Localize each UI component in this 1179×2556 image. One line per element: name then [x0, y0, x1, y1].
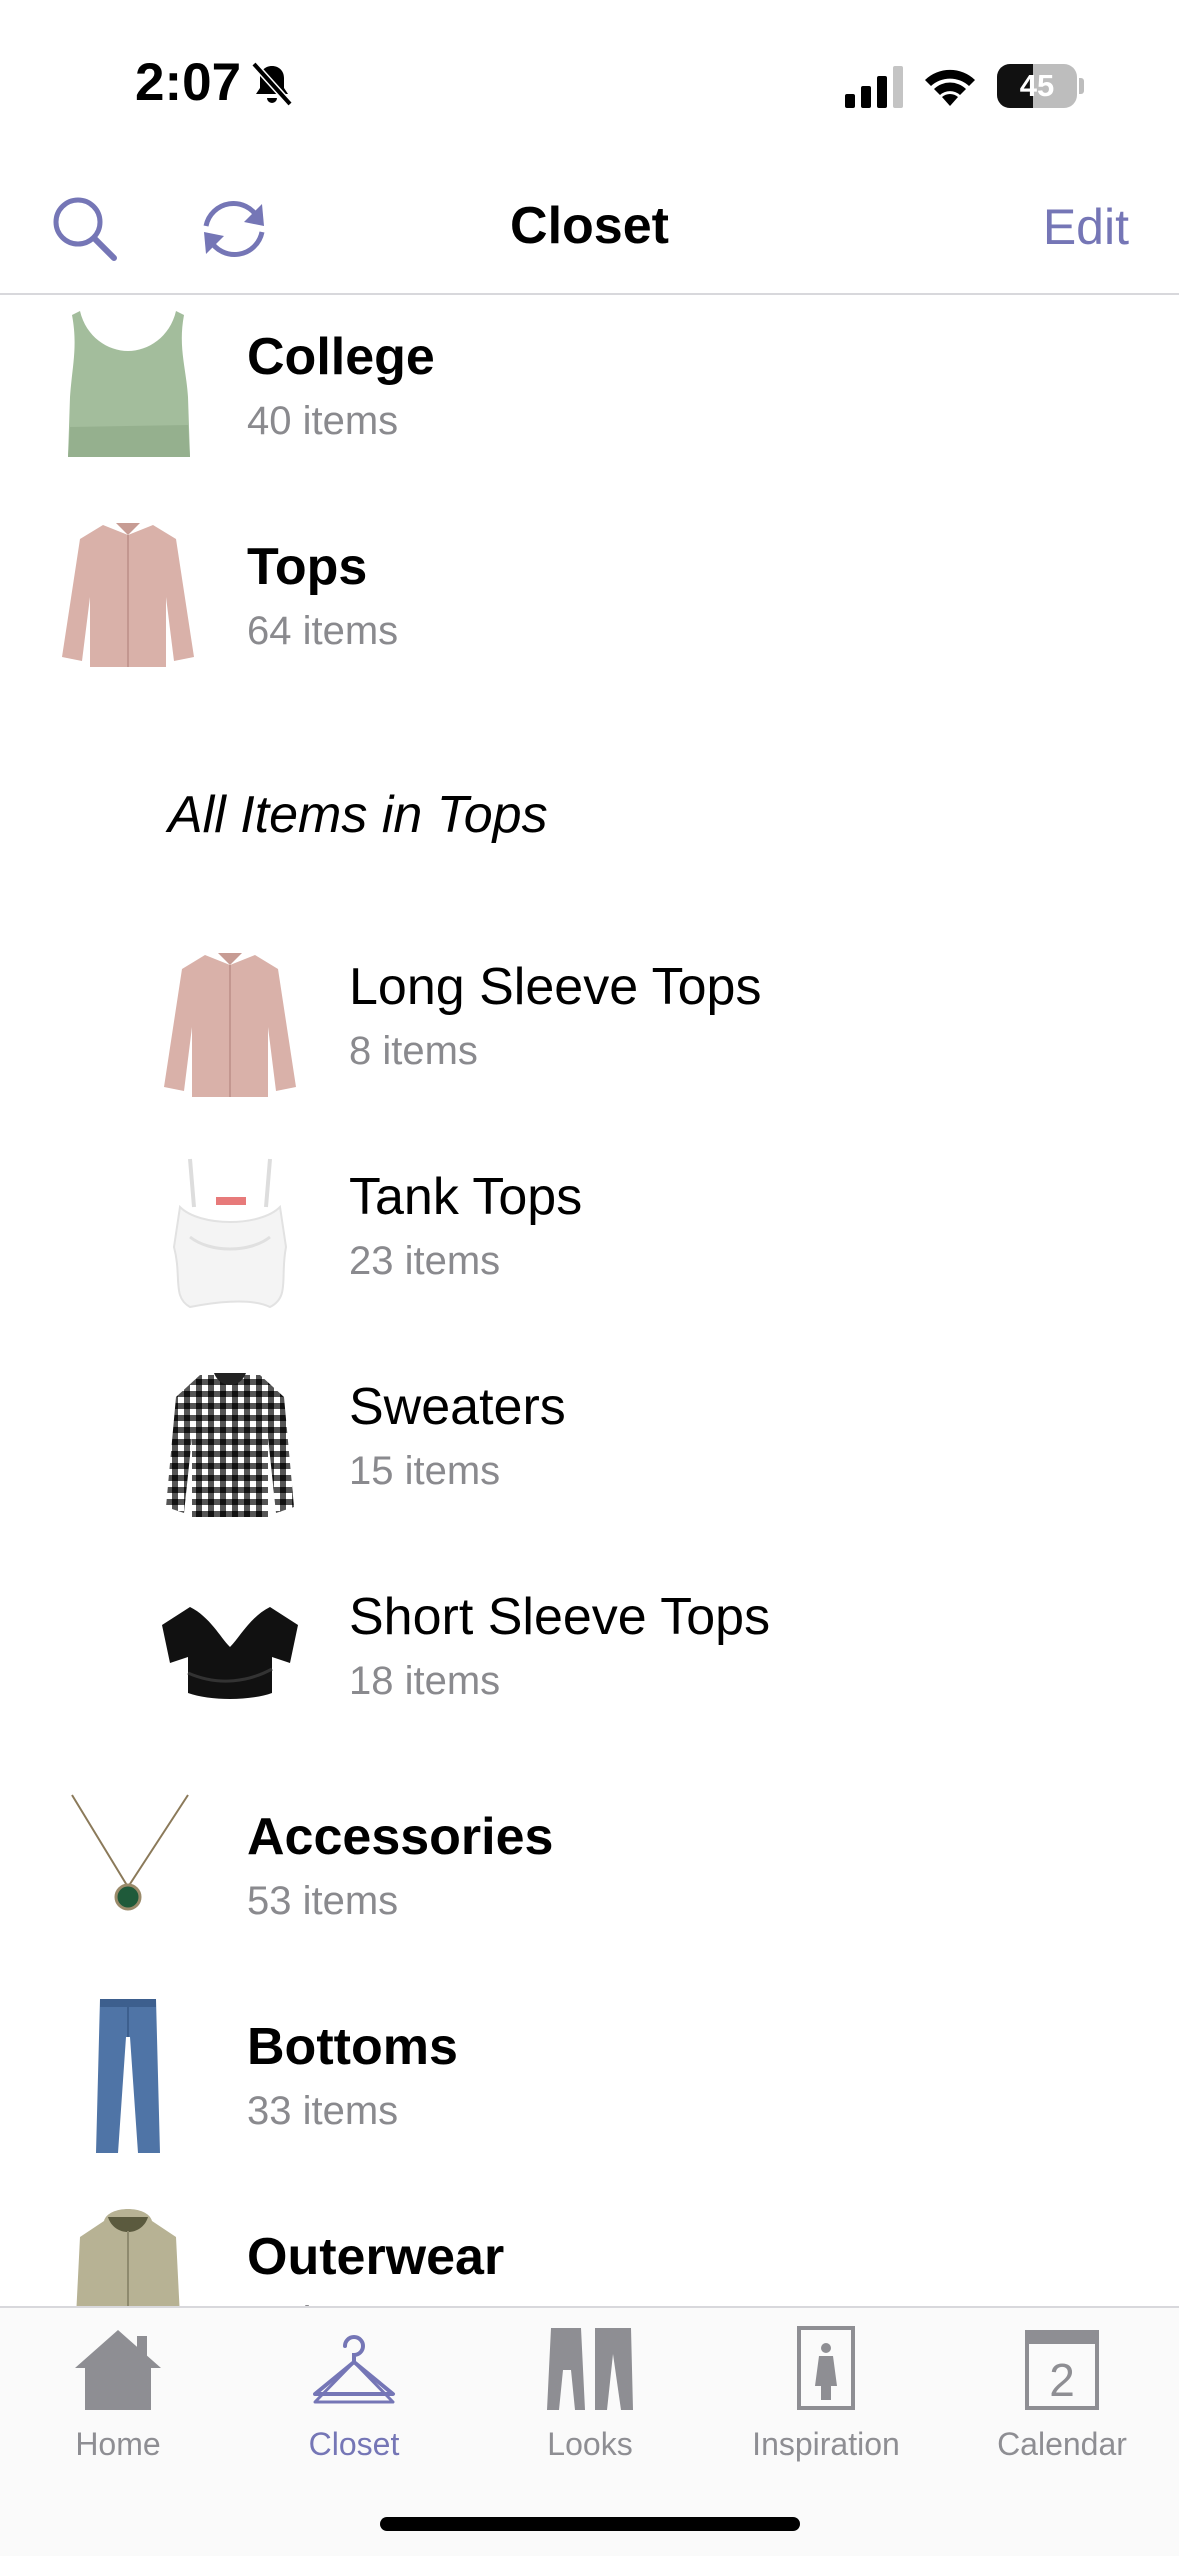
tab-home[interactable]: Home	[0, 2308, 236, 2478]
home-indicator[interactable]	[380, 2517, 800, 2531]
tab-label: Closet	[308, 2426, 400, 2462]
category-title: Accessories	[247, 1808, 554, 1866]
subcategory-title: Tank Tops	[349, 1168, 583, 1226]
subcategory-count: 15 items	[349, 1449, 501, 1493]
subcategory-title: Short Sleeve Tops	[349, 1588, 771, 1646]
bell-slash-icon	[251, 61, 293, 107]
calendar-icon: 2	[1025, 2330, 1099, 2410]
category-row-college[interactable]: College 40 items	[0, 307, 1179, 507]
category-title: Bottoms	[247, 2018, 458, 2076]
navigation-bar: Closet Edit	[0, 160, 1179, 295]
category-row-accessories[interactable]: Accessories 53 items	[0, 1787, 1179, 1987]
category-count: 33 items	[247, 2089, 399, 2133]
edit-button[interactable]: Edit	[1043, 198, 1129, 256]
pink-shirt-thumbnail	[164, 953, 296, 1097]
section-header: All Items in Tops	[168, 786, 548, 844]
white-tank-top-thumbnail	[172, 1158, 288, 1309]
tab-label: Looks	[547, 2426, 633, 2462]
subcategory-count: 8 items	[349, 1029, 478, 1073]
battery-cap	[1079, 78, 1084, 94]
category-title: College	[247, 328, 435, 386]
category-row-bottoms[interactable]: Bottoms 33 items	[0, 1997, 1179, 2197]
tab-closet[interactable]: Closet	[236, 2308, 472, 2478]
gingham-sweater-thumbnail	[166, 1373, 294, 1517]
cellular-signal-icon	[845, 66, 903, 108]
olive-jacket-thumbnail	[76, 2209, 180, 2307]
tab-inspiration[interactable]: Inspiration	[708, 2308, 944, 2478]
blue-jeans-thumbnail	[96, 1999, 160, 2153]
subcategory-row-sweaters[interactable]: Sweaters 15 items	[0, 1367, 1179, 1567]
outfit-icon	[547, 2328, 633, 2410]
wifi-icon	[925, 69, 975, 106]
closet-category-list: College 40 items Tops 64 items All Items…	[0, 297, 1179, 2307]
frame-icon	[797, 2326, 855, 2410]
subcategory-title: Sweaters	[349, 1378, 566, 1436]
subcategory-row-short-sleeve-tops[interactable]: Short Sleeve Tops 18 items	[0, 1577, 1179, 1777]
category-title: Outerwear	[247, 2228, 505, 2286]
green-sports-bra-thumbnail	[68, 311, 190, 457]
status-time: 2:07	[135, 53, 242, 112]
tab-label: Calendar	[997, 2426, 1127, 2462]
category-count: 40 items	[247, 399, 399, 443]
category-row-outerwear[interactable]: Outerwear 17 items	[0, 2207, 1179, 2307]
hanger-icon	[313, 2335, 395, 2404]
battery-indicator: 45	[997, 64, 1077, 108]
tab-label: Home	[75, 2426, 161, 2462]
subcategory-row-long-sleeve-tops[interactable]: Long Sleeve Tops 8 items	[0, 947, 1179, 1147]
subcategory-row-tank-tops[interactable]: Tank Tops 23 items	[0, 1157, 1179, 1357]
pink-shirt-thumbnail	[62, 523, 194, 667]
category-title: Tops	[247, 538, 368, 596]
green-pendant-necklace-thumbnail	[71, 1794, 189, 1911]
tab-calendar[interactable]: 2 Calendar	[944, 2308, 1179, 2478]
category-count: 53 items	[247, 1879, 399, 1923]
subcategory-title: Long Sleeve Tops	[349, 958, 762, 1016]
category-row-tops[interactable]: Tops 64 items	[0, 517, 1179, 717]
battery-percentage: 45	[1019, 68, 1055, 103]
tab-looks[interactable]: Looks	[472, 2308, 708, 2478]
category-count: 64 items	[247, 609, 399, 653]
subcategory-count: 18 items	[349, 1659, 501, 1703]
page-title: Closet	[510, 197, 669, 255]
subcategory-count: 23 items	[349, 1239, 501, 1283]
black-top-thumbnail	[162, 1607, 298, 1699]
calendar-day: 2	[1049, 2354, 1075, 2406]
status-bar: 2:07 45	[0, 0, 1179, 160]
house-icon	[75, 2330, 161, 2410]
tab-label: Inspiration	[752, 2426, 900, 2462]
